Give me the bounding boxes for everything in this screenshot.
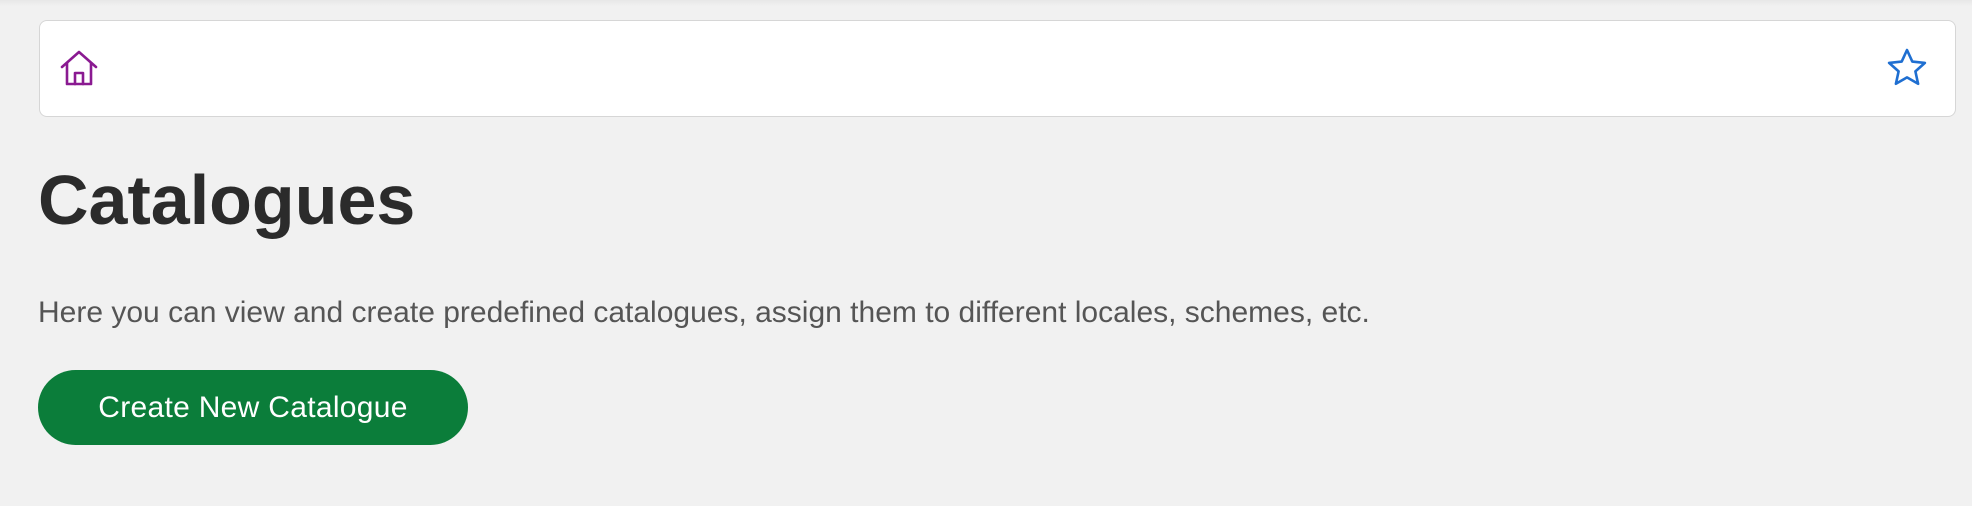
page-description: Here you can view and create predefined … — [38, 296, 1370, 329]
top-shade — [0, 0, 1972, 6]
create-new-catalogue-button[interactable]: Create New Catalogue — [38, 370, 468, 445]
home-icon — [57, 46, 101, 95]
page-title: Catalogues — [38, 161, 416, 239]
top-navigation-bar — [39, 20, 1956, 117]
favorite-button[interactable] — [1885, 48, 1929, 92]
home-link[interactable] — [57, 48, 101, 92]
star-icon — [1885, 46, 1929, 95]
